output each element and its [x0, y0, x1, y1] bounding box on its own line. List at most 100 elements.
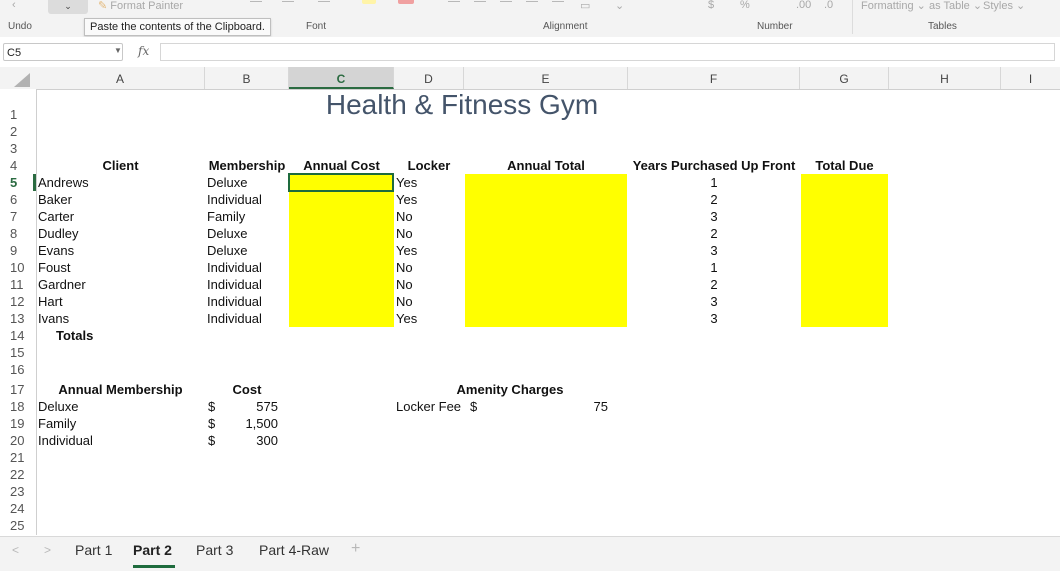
border-icon[interactable]: [250, 1, 262, 2]
header-years-purchased[interactable]: Years Purchased Up Front: [628, 157, 800, 174]
percent-icon[interactable]: %: [740, 0, 750, 11]
client-membership[interactable]: Deluxe: [207, 225, 247, 242]
row-header[interactable]: 11: [0, 276, 36, 293]
row-header-selected[interactable]: 5: [0, 174, 36, 191]
name-box[interactable]: C5: [3, 43, 123, 61]
function-icon[interactable]: fx: [138, 44, 149, 58]
sheet-tab-part-2[interactable]: Part 2: [133, 542, 172, 558]
sheet-tab-part-1[interactable]: Part 1: [75, 542, 112, 558]
totals-label[interactable]: Totals: [56, 327, 93, 344]
header-client[interactable]: Client: [36, 157, 205, 174]
undo-dropdown[interactable]: ⌄: [48, 0, 88, 14]
row-header[interactable]: 14: [0, 327, 36, 344]
client-membership[interactable]: Individual: [207, 293, 262, 310]
align-icon[interactable]: [500, 1, 512, 2]
column-header-h[interactable]: H: [889, 67, 1001, 89]
chevron-right-icon[interactable]: >: [44, 543, 51, 557]
sheet-tab-part-3[interactable]: Part 3: [196, 542, 233, 558]
client-locker[interactable]: Yes: [396, 310, 417, 327]
border-icon[interactable]: [318, 1, 330, 2]
client-years[interactable]: 3: [628, 310, 800, 327]
formula-input[interactable]: [160, 43, 1055, 61]
row-header[interactable]: 1: [0, 106, 36, 123]
client-locker[interactable]: Yes: [396, 174, 417, 191]
column-header-f[interactable]: F: [628, 67, 800, 89]
client-membership[interactable]: Individual: [207, 276, 262, 293]
header-locker[interactable]: Locker: [394, 157, 464, 174]
format-painter-button[interactable]: ✎ Format Painter: [98, 0, 183, 12]
client-name[interactable]: Andrews: [38, 174, 89, 191]
client-name[interactable]: Ivans: [38, 310, 69, 327]
row-header[interactable]: 12: [0, 293, 36, 310]
client-membership[interactable]: Individual: [207, 259, 262, 276]
membership-table-header[interactable]: Annual Membership: [36, 381, 205, 398]
client-membership[interactable]: Individual: [207, 310, 262, 327]
client-locker[interactable]: Yes: [396, 242, 417, 259]
row-header[interactable]: 23: [0, 483, 36, 500]
locker-fee-label[interactable]: Locker Fee: [396, 398, 461, 415]
row-header[interactable]: 17: [0, 381, 36, 398]
row-header[interactable]: 15: [0, 344, 36, 361]
header-annual-total[interactable]: Annual Total: [464, 157, 628, 174]
client-years[interactable]: 3: [628, 242, 800, 259]
membership-cost[interactable]: 575: [220, 398, 278, 415]
chevron-down-icon[interactable]: ⌄: [615, 0, 624, 12]
client-name[interactable]: Baker: [38, 191, 72, 208]
row-header[interactable]: 20: [0, 432, 36, 449]
membership-type[interactable]: Individual: [38, 432, 93, 449]
client-name[interactable]: Foust: [38, 259, 71, 276]
client-years[interactable]: 1: [628, 259, 800, 276]
row-header[interactable]: 24: [0, 500, 36, 517]
row-header[interactable]: 22: [0, 466, 36, 483]
row-header[interactable]: 9: [0, 242, 36, 259]
column-header-c[interactable]: C: [289, 67, 394, 89]
client-locker[interactable]: Yes: [396, 191, 417, 208]
client-membership[interactable]: Individual: [207, 191, 262, 208]
cost-header[interactable]: Cost: [205, 381, 289, 398]
row-header[interactable]: 16: [0, 361, 36, 378]
client-years[interactable]: 2: [628, 191, 800, 208]
annual-total-range[interactable]: [465, 174, 627, 327]
undo-arrow-icon[interactable]: ‹: [12, 0, 16, 11]
conditional-formatting-button[interactable]: Formatting ⌄: [861, 0, 926, 12]
row-header[interactable]: 6: [0, 191, 36, 208]
client-membership[interactable]: Deluxe: [207, 242, 247, 259]
active-cell-c5[interactable]: [288, 173, 394, 192]
annual-cost-range[interactable]: [289, 174, 394, 327]
client-name[interactable]: Evans: [38, 242, 74, 259]
client-locker[interactable]: No: [396, 208, 413, 225]
row-header[interactable]: 19: [0, 415, 36, 432]
decimal-icon[interactable]: .00: [796, 0, 811, 11]
column-header-e[interactable]: E: [464, 67, 628, 89]
client-locker[interactable]: No: [396, 276, 413, 293]
row-header[interactable]: 4: [0, 157, 36, 174]
align-icon[interactable]: [448, 1, 460, 2]
highlight-color-icon[interactable]: [362, 0, 376, 4]
header-annual-cost[interactable]: Annual Cost: [289, 157, 394, 174]
row-header[interactable]: 21: [0, 449, 36, 466]
column-header-b[interactable]: B: [205, 67, 289, 89]
header-total-due[interactable]: Total Due: [800, 157, 889, 174]
column-header-a[interactable]: A: [36, 67, 205, 89]
row-header[interactable]: 2: [0, 123, 36, 140]
client-name[interactable]: Carter: [38, 208, 74, 225]
column-header-i[interactable]: I: [1001, 67, 1060, 89]
row-header[interactable]: 3: [0, 140, 36, 157]
chevron-left-icon[interactable]: <: [12, 543, 19, 557]
decimal-icon[interactable]: .0: [824, 0, 833, 11]
client-name[interactable]: Hart: [38, 293, 63, 310]
row-header[interactable]: 7: [0, 208, 36, 225]
add-sheet-icon[interactable]: +: [351, 540, 360, 558]
cell-styles-button[interactable]: Styles ⌄: [983, 0, 1025, 12]
column-header-d[interactable]: D: [394, 67, 464, 89]
client-years[interactable]: 3: [628, 208, 800, 225]
row-header[interactable]: 18: [0, 398, 36, 415]
chevron-down-icon[interactable]: ▼: [114, 46, 122, 55]
client-years[interactable]: 2: [628, 225, 800, 242]
sheet-tab-part-4-raw[interactable]: Part 4-Raw: [259, 542, 329, 558]
wrap-icon[interactable]: ▭: [580, 0, 590, 12]
client-years[interactable]: 3: [628, 293, 800, 310]
row-header[interactable]: 10: [0, 259, 36, 276]
client-locker[interactable]: No: [396, 225, 413, 242]
format-as-table-button[interactable]: as Table ⌄: [929, 0, 982, 12]
